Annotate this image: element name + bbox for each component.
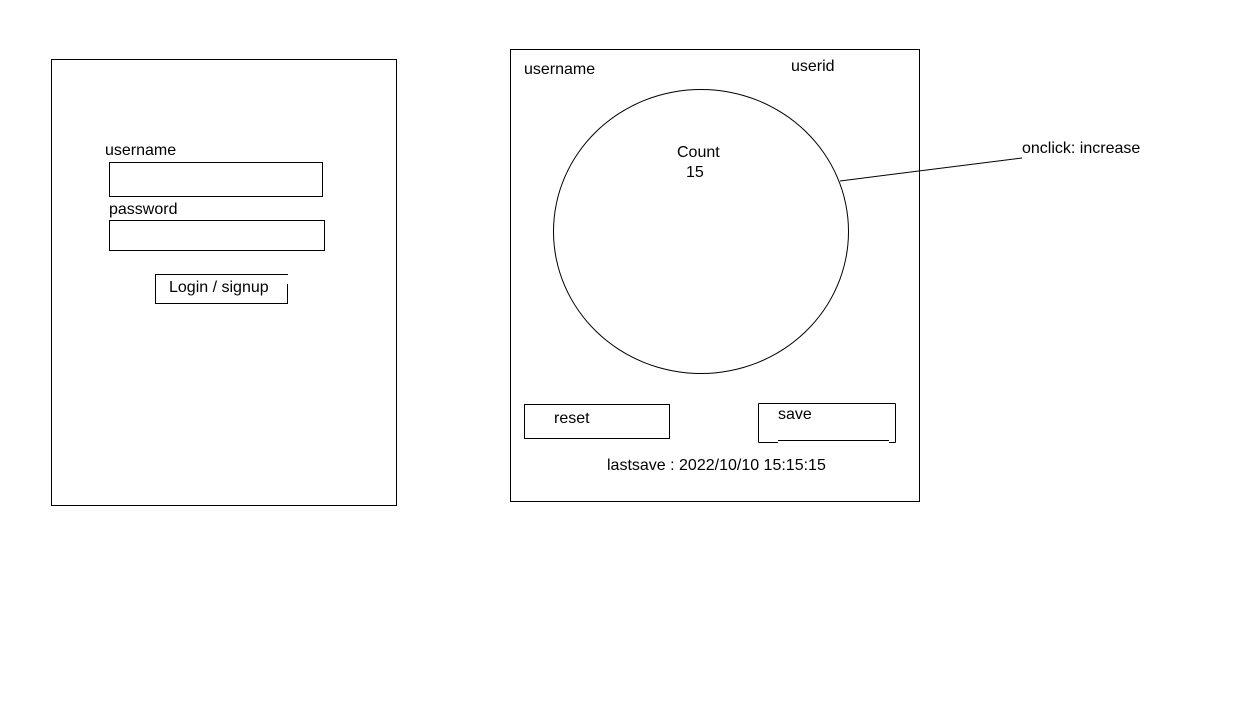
lastsave-text: lastsave : 2022/10/10 15:15:15	[607, 457, 826, 474]
sketch-lines	[758, 157, 1023, 443]
onclick-annotation: onclick: increase	[1022, 140, 1141, 157]
onclick-connector-line	[839, 157, 1023, 182]
save-button-outline	[758, 403, 896, 443]
